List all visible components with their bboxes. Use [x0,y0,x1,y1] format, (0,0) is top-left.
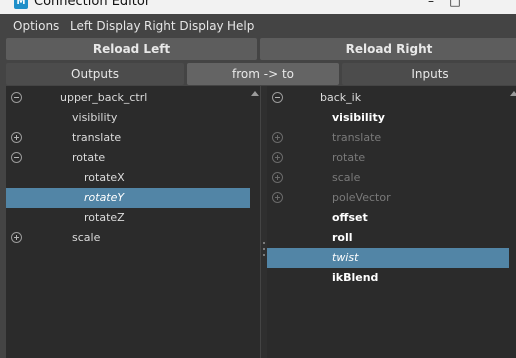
left-tree-label: visibility [72,111,118,124]
right-tree-row[interactable]: roll [267,228,509,248]
left-tree-row[interactable]: rotate [6,148,250,168]
menu-left-display[interactable]: Left Display [70,19,141,33]
scroll-up-arrow-icon[interactable] [251,91,259,96]
collapse-icon[interactable] [11,92,22,103]
right-tree-label: back_ik [320,91,362,104]
right-tree-row[interactable]: rotate [267,148,509,168]
right-tree-label: poleVector [332,191,391,204]
right-tree-label: visibility [332,111,385,124]
left-tree-row[interactable]: translate [6,128,250,148]
splitter-grip-icon [263,242,265,244]
right-tree-row[interactable]: ikBlend [267,268,509,288]
maya-app-icon: M [14,0,28,9]
collapse-icon[interactable] [11,152,22,163]
expand-icon[interactable] [272,152,283,163]
left-tree-label: upper_back_ctrl [60,91,148,104]
right-outliner-panel[interactable]: back_ik visibility translate rotate scale pol… [267,86,509,358]
expand-icon[interactable] [272,192,283,203]
left-outliner-panel[interactable]: upper_back_ctrl visibility translate rotate… [6,86,250,358]
title-bar: M Connection Editor – □ [0,0,516,14]
expand-icon[interactable] [272,172,283,183]
outputs-button[interactable]: Outputs [6,63,184,85]
left-tree-row[interactable]: rotateZ [6,208,250,228]
window-title: Connection Editor [34,0,151,9]
reload-left-button[interactable]: Reload Left [6,38,257,60]
right-scrollbar[interactable] [509,86,516,358]
right-tree-row[interactable]: translate [267,128,509,148]
splitter-grip-icon [263,248,265,250]
left-scrollbar[interactable] [250,86,260,358]
expand-icon[interactable] [11,232,22,243]
expand-icon[interactable] [11,132,22,143]
right-tree-label: roll [332,231,353,244]
right-tree-row[interactable]: poleVector [267,188,509,208]
expand-icon[interactable] [272,132,283,143]
right-tree-label: scale [332,171,361,184]
left-tree-label: rotateX [84,171,125,184]
maximize-icon[interactable]: □ [448,0,462,7]
right-tree-label: offset [332,211,368,224]
inputs-button[interactable]: Inputs [342,63,516,85]
menu-bar: Options Left Display Right Display Help [0,14,516,38]
right-tree-row[interactable]: twist [267,248,509,268]
right-tree-row[interactable]: back_ik [267,88,509,108]
right-tree-row[interactable]: visibility [267,108,509,128]
direction-toggle-button[interactable]: from -> to [187,63,339,85]
right-tree-label: rotate [332,151,366,164]
left-tree-label: rotate [72,151,106,164]
right-tree-row[interactable]: offset [267,208,509,228]
menu-help[interactable]: Help [227,19,254,33]
left-tree-label: scale [72,231,101,244]
collapse-icon[interactable] [272,92,283,103]
left-tree-label: rotateZ [84,211,125,224]
left-tree-row[interactable]: rotateX [6,168,250,188]
right-tree-label: twist [332,251,359,264]
left-tree-row[interactable]: scale [6,228,250,248]
right-tree-label: ikBlend [332,271,379,284]
right-tree-row[interactable]: scale [267,168,509,188]
menu-right-display[interactable]: Right Display [144,19,224,33]
left-tree-row[interactable]: rotateY [6,188,250,208]
right-tree-label: translate [332,131,382,144]
left-tree-label: rotateY [84,191,125,204]
minimize-icon[interactable]: – [424,0,438,7]
menu-options[interactable]: Options [13,19,59,33]
reload-right-button[interactable]: Reload Right [260,38,516,60]
splitter-grip-icon [263,254,265,256]
scroll-up-arrow-icon[interactable] [510,91,516,96]
left-tree-row[interactable]: upper_back_ctrl [6,88,250,108]
left-tree-row[interactable]: visibility [6,108,250,128]
left-tree-label: translate [72,131,122,144]
